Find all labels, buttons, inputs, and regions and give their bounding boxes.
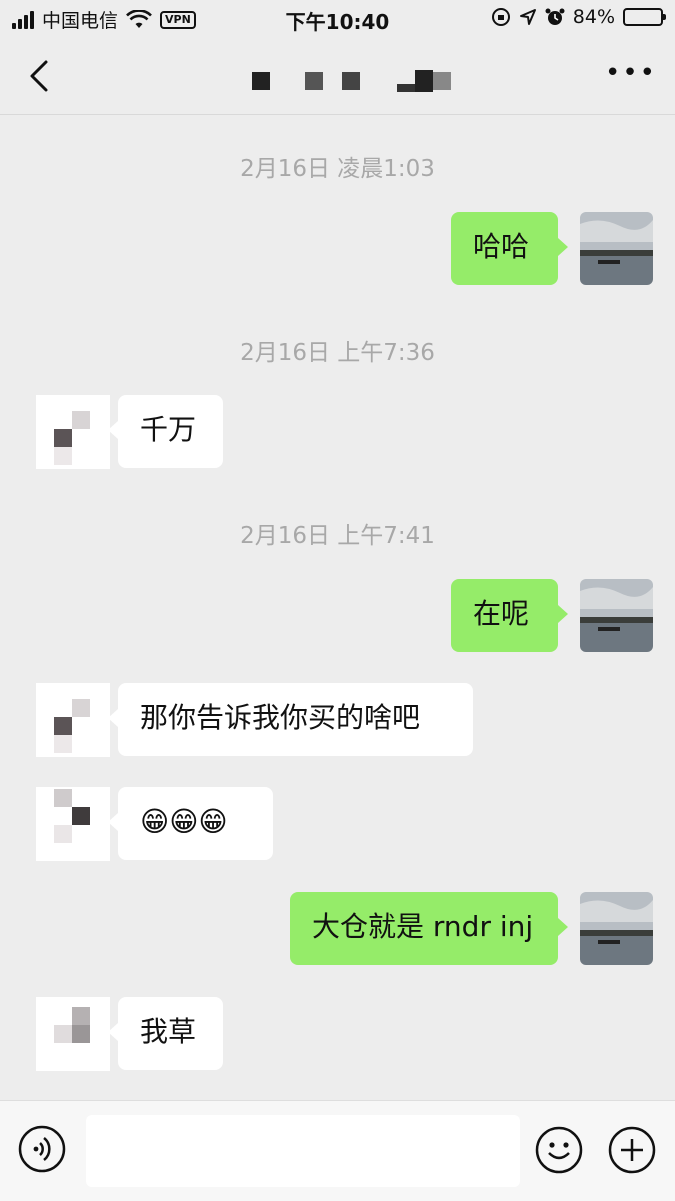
received-message-bubble[interactable]: 😁😁😁 [108,787,273,860]
timestamp: 2月16日 上午7:36 [240,340,435,366]
location-icon [519,9,536,25]
status-bar: 中国电信 VPN 下午10:40 84% [0,0,675,38]
landscape-photo-icon [580,212,653,285]
my-avatar[interactable] [580,579,653,652]
received-message-bubble[interactable]: 那你告诉我你买的啥吧 [108,683,473,756]
timestamp: 2月16日 上午7:41 [240,523,435,549]
alarm-icon [545,8,565,25]
emoji-icon[interactable] [534,1125,584,1175]
contact-avatar[interactable] [36,395,110,469]
chevron-left-icon[interactable] [22,56,58,96]
message-input[interactable] [86,1115,520,1187]
orientation-lock-icon [491,8,510,26]
input-bar [0,1100,675,1201]
more-icon[interactable]: ••• [605,58,655,88]
battery-percent: 84% [572,6,615,28]
chat-title [250,68,460,94]
chat-header: ••• [0,38,675,115]
landscape-photo-icon [580,892,653,965]
my-avatar[interactable] [580,212,653,285]
sent-message-bubble[interactable]: 大仓就是 rndr inj [290,892,568,965]
my-avatar[interactable] [580,892,653,965]
chat-area: 2月16日 凌晨1:03 哈哈 2月16日 上午7:36 千万 2月16日 上午… [0,115,675,1100]
sent-message-bubble[interactable]: 在呢 [451,579,568,652]
landscape-photo-icon [580,579,653,652]
plus-icon[interactable] [607,1125,657,1175]
contact-avatar[interactable] [36,997,110,1071]
sent-message-bubble[interactable]: 哈哈 [451,212,568,285]
contact-avatar[interactable] [36,683,110,757]
received-message-bubble[interactable]: 我草 [108,997,223,1070]
contact-avatar[interactable] [36,787,110,861]
received-message-bubble[interactable]: 千万 [108,395,223,468]
timestamp: 2月16日 凌晨1:03 [240,156,435,182]
voice-icon[interactable] [18,1125,66,1173]
battery-icon [623,8,666,26]
